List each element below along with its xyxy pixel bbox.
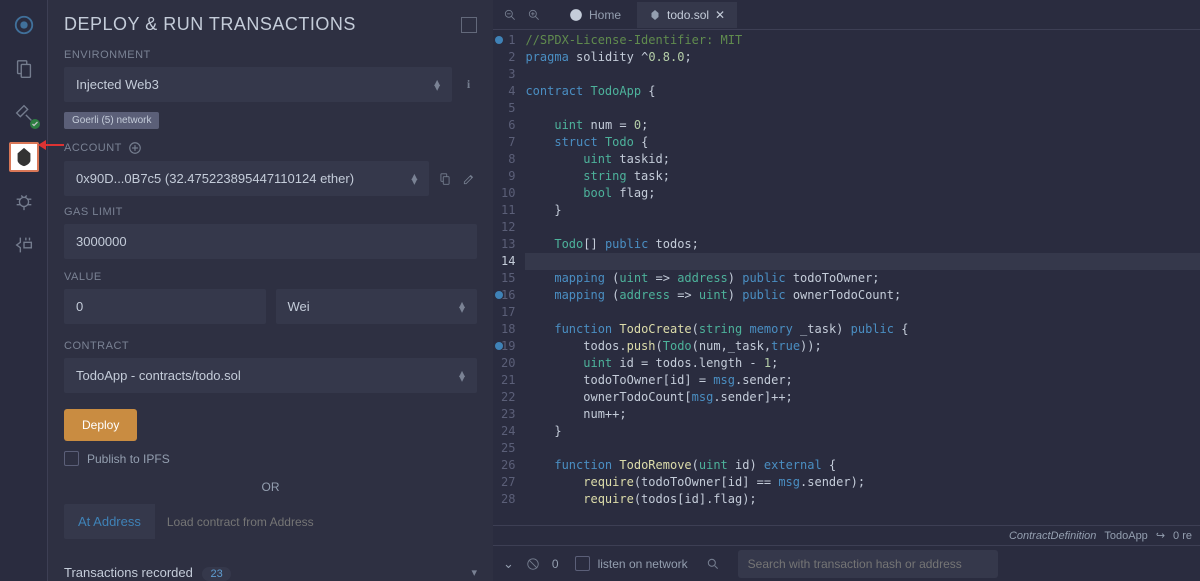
tab-todo-sol[interactable]: todo.sol ✕ — [637, 2, 737, 28]
info-icon[interactable]: i — [460, 76, 477, 94]
at-address-button[interactable]: At Address — [64, 504, 155, 539]
value-unit-select[interactable]: Wei ▴▾ — [276, 289, 478, 324]
share-icon[interactable]: ↪ — [1156, 529, 1165, 542]
or-divider: OR — [64, 480, 477, 494]
search-icon[interactable] — [704, 555, 722, 573]
deploy-panel: DEPLOY & RUN TRANSACTIONS ENVIRONMENT In… — [48, 0, 493, 581]
block-icon[interactable] — [524, 555, 542, 573]
caret-icon: ▴▾ — [459, 302, 465, 312]
plugin-manager-icon[interactable] — [9, 230, 39, 260]
add-account-icon[interactable] — [128, 141, 142, 155]
gas-limit-input[interactable]: 3000000 — [64, 224, 477, 259]
docs-icon[interactable] — [461, 17, 477, 33]
caret-icon: ▴▾ — [411, 174, 417, 184]
publish-ipfs-label: Publish to IPFS — [87, 452, 170, 466]
contract-label: CONTRACT — [64, 340, 477, 352]
sidebar-nav — [0, 0, 48, 581]
pending-count: 0 — [552, 557, 559, 571]
terminal-search-input[interactable] — [738, 550, 998, 578]
deploy-run-icon[interactable] — [9, 142, 39, 172]
debugger-icon[interactable] — [9, 186, 39, 216]
value-label: VALUE — [64, 271, 477, 283]
highlight-arrow — [44, 144, 64, 146]
editor-area: Home todo.sol ✕ 1 2 3 4 5 6 7 8 9 10 11 … — [493, 0, 1200, 581]
tx-count-badge: 23 — [202, 567, 230, 581]
account-select[interactable]: 0x90D...0B7c5 (32.475223895447110124 eth… — [64, 161, 429, 196]
code-editor[interactable]: 1 2 3 4 5 6 7 8 9 10 11 12 13 14 15 16 1… — [493, 30, 1200, 525]
compiler-icon[interactable] — [9, 98, 39, 128]
value-amount-input[interactable]: 0 — [64, 289, 266, 324]
listen-checkbox[interactable] — [575, 556, 590, 571]
gas-label: GAS LIMIT — [64, 206, 477, 218]
remix-logo-icon[interactable] — [9, 10, 39, 40]
chevron-down-icon[interactable]: ⌄ — [503, 556, 514, 572]
tab-home[interactable]: Home — [557, 2, 633, 28]
zoom-out-icon[interactable] — [501, 6, 519, 24]
terminal-bar: ⌄ 0 listen on network — [493, 545, 1200, 581]
contract-select[interactable]: TodoApp - contracts/todo.sol ▴▾ — [64, 358, 477, 393]
copy-icon[interactable] — [437, 170, 453, 188]
environment-select[interactable]: Injected Web3 ▴▾ — [64, 67, 452, 102]
edit-icon[interactable] — [461, 170, 477, 188]
deploy-button[interactable]: Deploy — [64, 409, 137, 441]
publish-ipfs-checkbox[interactable] — [64, 451, 79, 466]
file-explorer-icon[interactable] — [9, 54, 39, 84]
panel-title: DEPLOY & RUN TRANSACTIONS — [64, 14, 356, 35]
gutter: 1 2 3 4 5 6 7 8 9 10 11 12 13 14 15 16 1… — [493, 30, 525, 525]
at-address-input[interactable] — [155, 504, 477, 539]
zoom-in-icon[interactable] — [525, 6, 543, 24]
chevron-down-icon: ▾ — [471, 566, 477, 579]
transactions-recorded-row[interactable]: Transactions recorded 23 ▾ — [64, 557, 477, 581]
listen-label: listen on network — [598, 557, 688, 571]
network-badge: Goerli (5) network — [64, 112, 159, 129]
code-content: //SPDX-License-Identifier: MIT pragma so… — [525, 30, 1200, 525]
caret-icon: ▴▾ — [434, 80, 440, 90]
env-label: ENVIRONMENT — [64, 49, 477, 61]
account-label: ACCOUNT — [64, 142, 122, 154]
tab-bar: Home todo.sol ✕ — [493, 0, 1200, 30]
status-line: ContractDefinition TodoApp ↪ 0 re — [493, 525, 1200, 545]
close-icon[interactable]: ✕ — [715, 8, 725, 22]
caret-icon: ▴▾ — [459, 371, 465, 381]
